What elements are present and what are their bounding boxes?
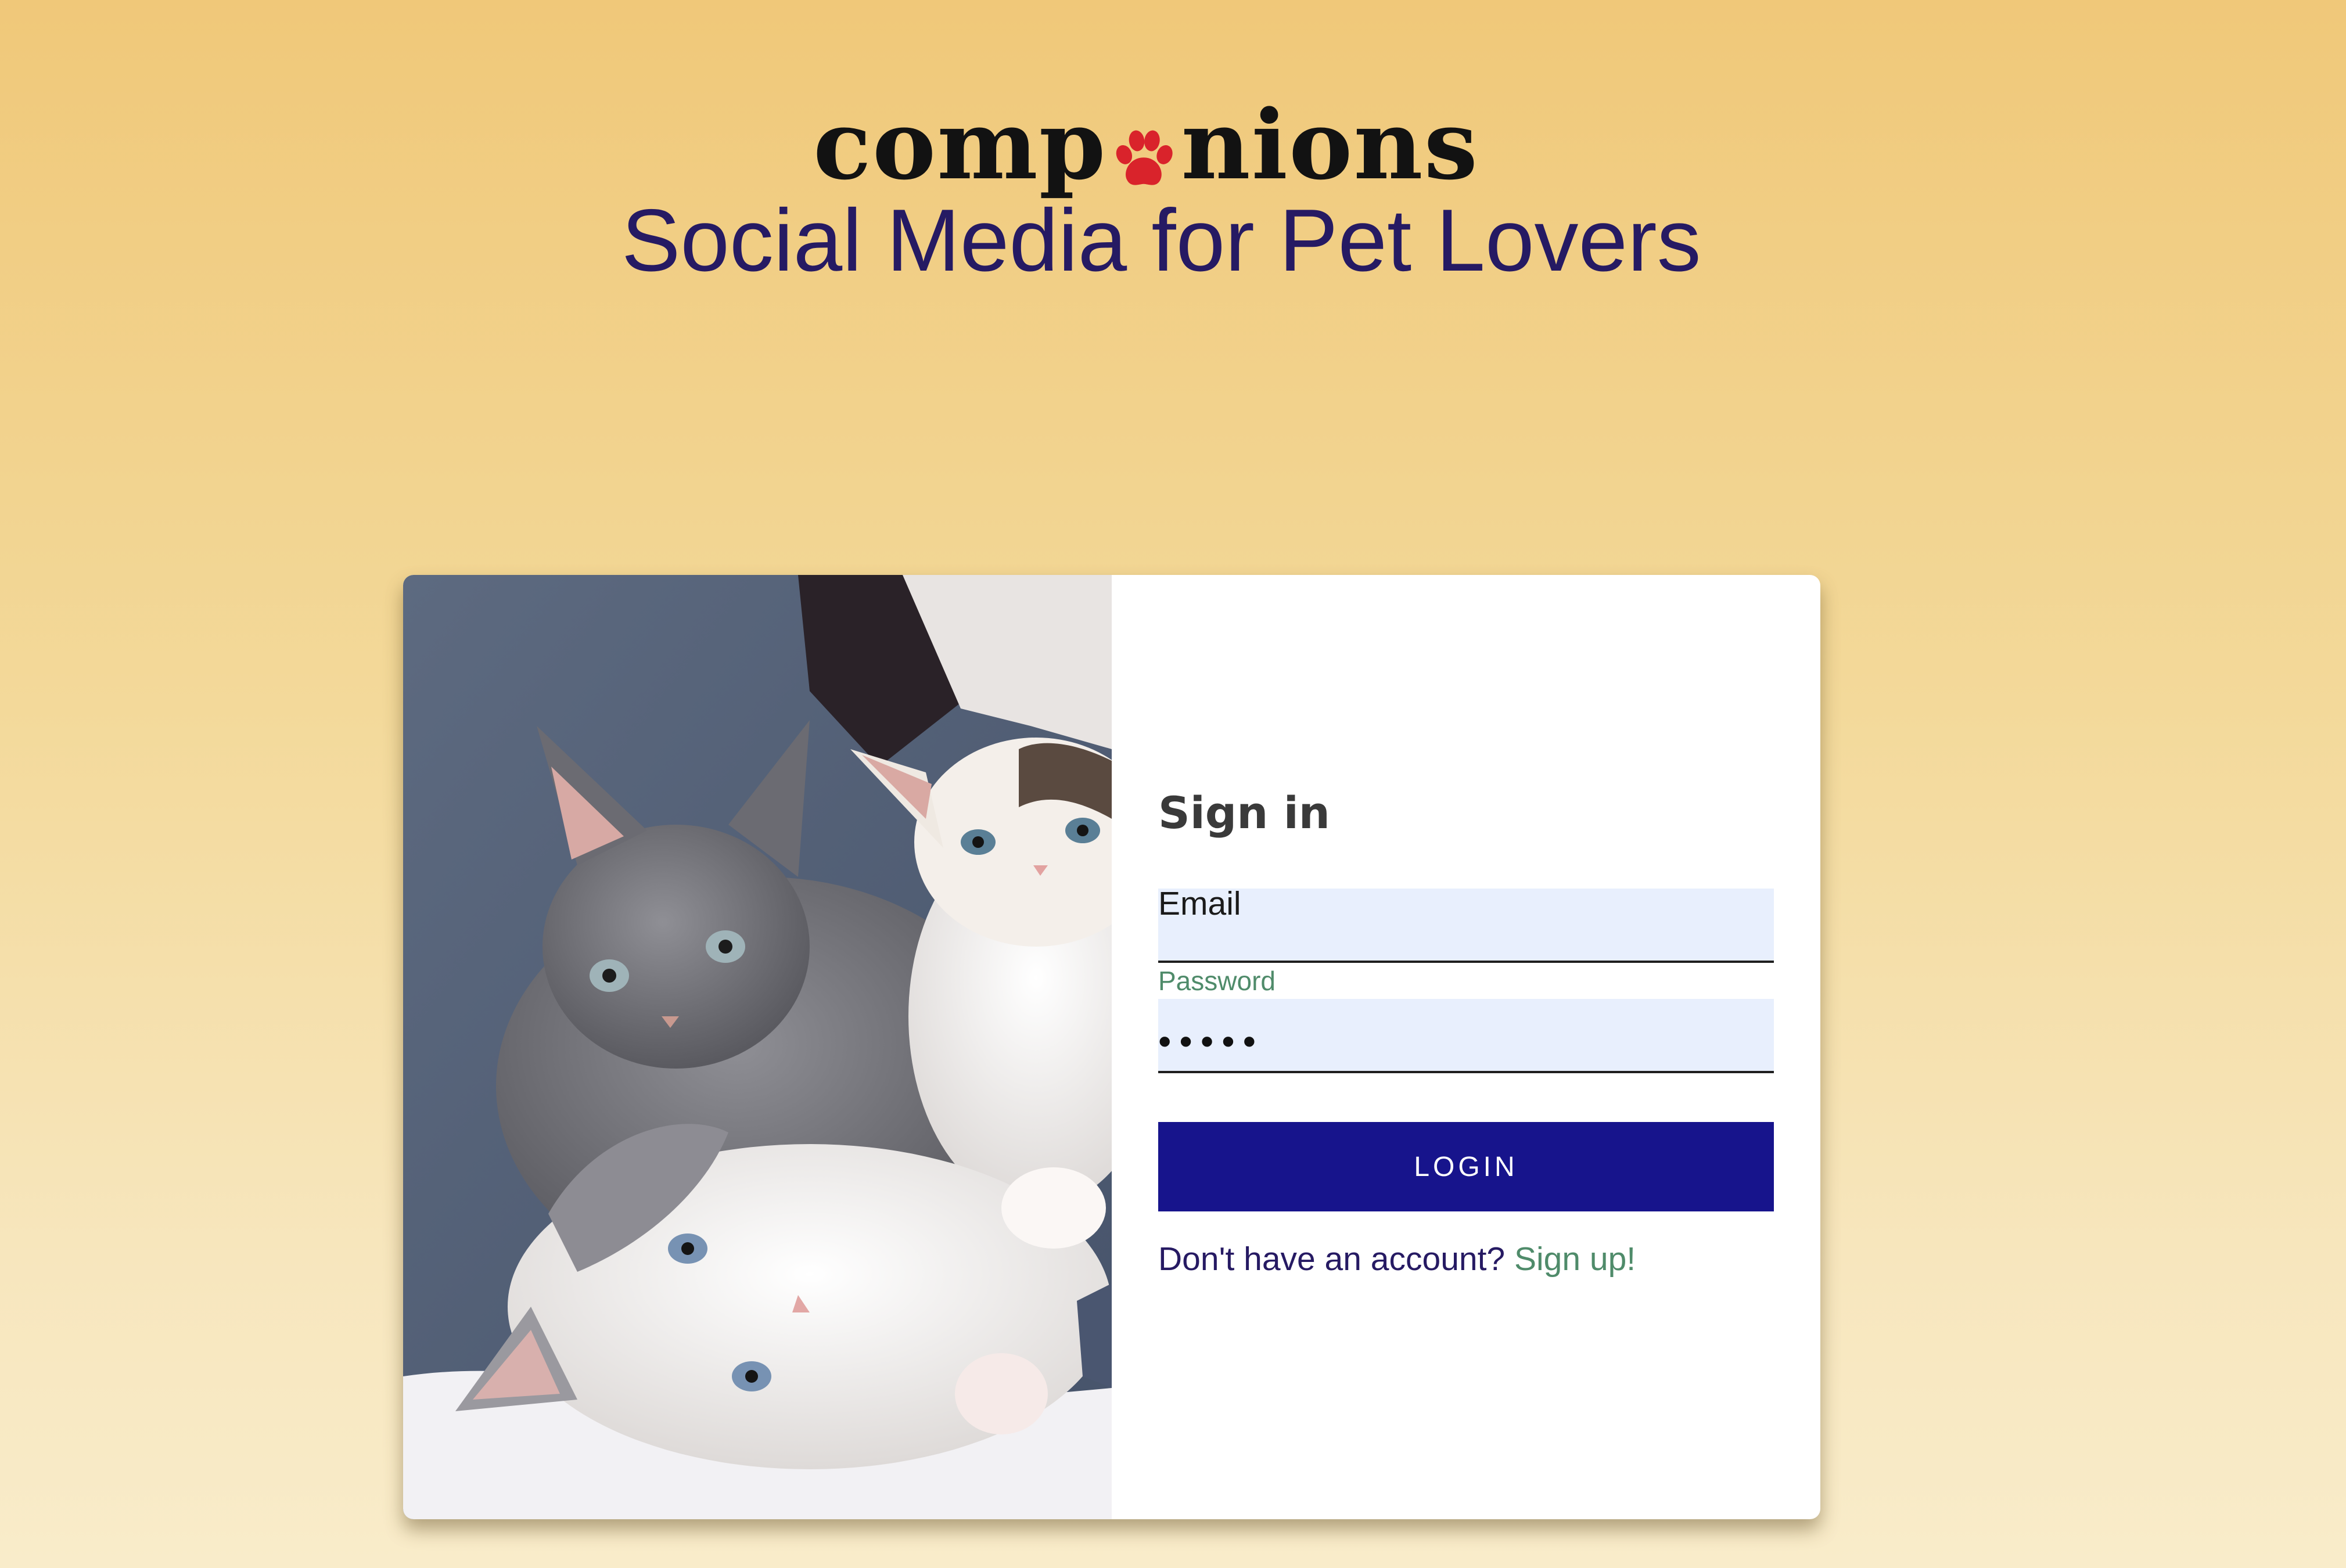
logo-text-left: comp xyxy=(813,89,1107,201)
password-field[interactable] xyxy=(1158,999,1774,1073)
signup-prompt-text: Don't have an account? xyxy=(1158,1240,1514,1278)
password-input[interactable] xyxy=(1158,999,1774,1071)
signin-form: Sign in Email Password LOGIN Don't have … xyxy=(1112,575,1820,1519)
logo-text-right: nions xyxy=(1181,89,1479,201)
signup-link[interactable]: Sign up! xyxy=(1514,1240,1636,1278)
kittens-photo xyxy=(403,575,1112,1519)
email-field[interactable] xyxy=(1158,889,1774,963)
signin-title: Sign in xyxy=(1158,787,1330,839)
email-input[interactable] xyxy=(1158,889,1774,961)
paw-icon xyxy=(1109,114,1179,185)
signup-prompt: Don't have an account? Sign up! xyxy=(1158,1240,1636,1278)
app-logo: comp nions xyxy=(813,96,1479,195)
kittens-illustration xyxy=(403,575,1112,1519)
login-card: Sign in Email Password LOGIN Don't have … xyxy=(403,575,1820,1519)
tagline: Social Media for Pet Lovers xyxy=(621,191,1701,290)
login-button[interactable]: LOGIN xyxy=(1158,1122,1774,1211)
password-label: Password xyxy=(1158,966,1276,996)
